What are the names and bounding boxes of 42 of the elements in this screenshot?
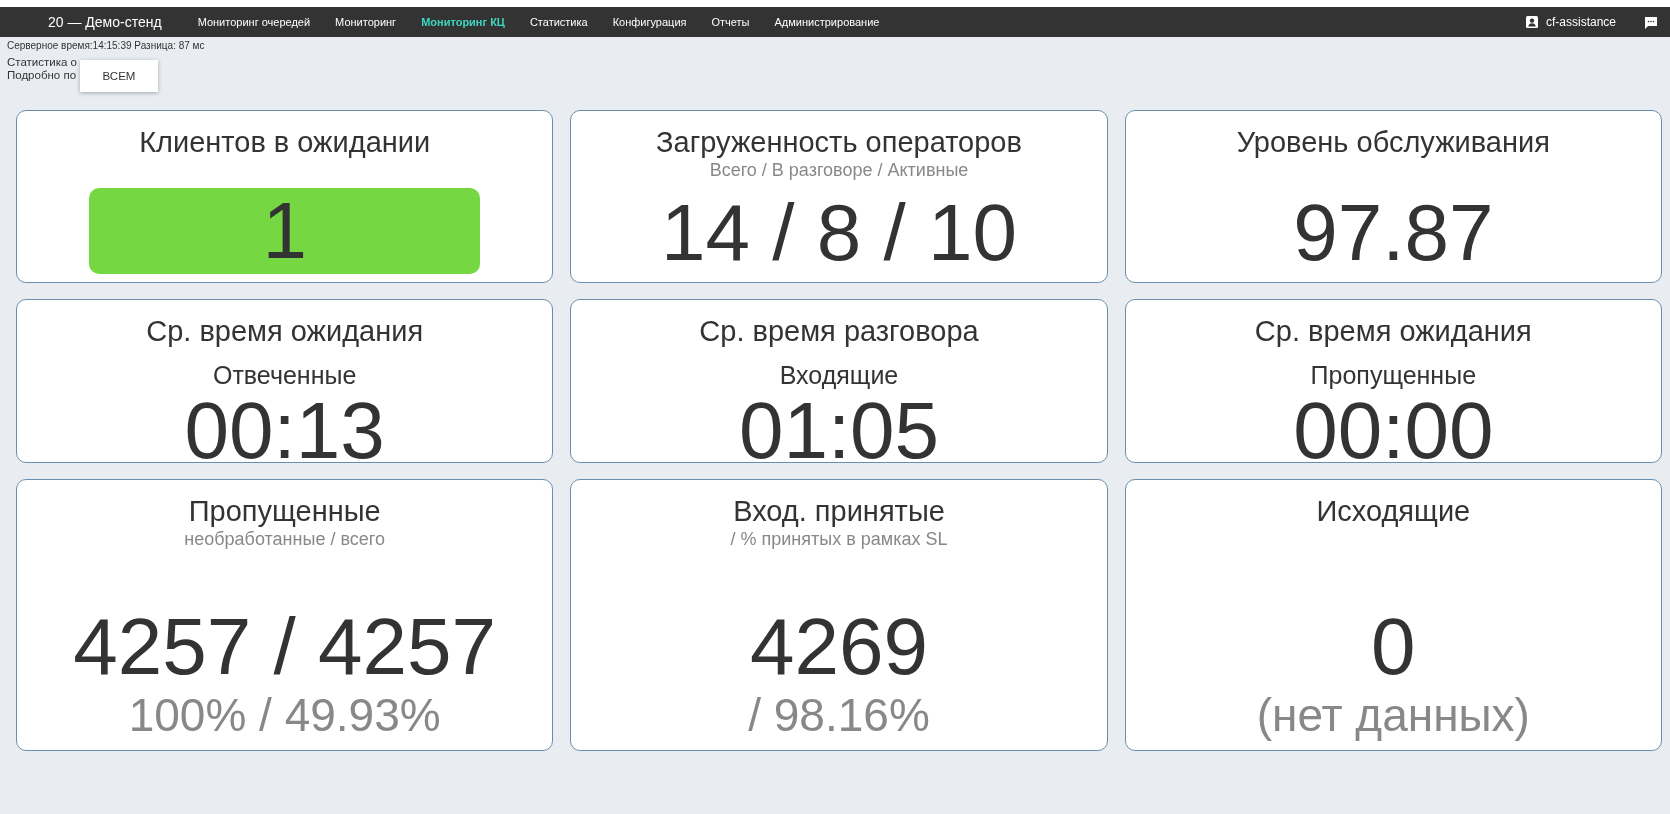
nav-tab[interactable]: Мониторинг	[335, 16, 397, 28]
metric-value: 4257 / 4257	[73, 606, 496, 688]
metric-value: 00:00	[1293, 390, 1494, 462]
info-text: Подробно по	[7, 69, 77, 81]
card-title: Ср. время ожидания	[146, 314, 424, 348]
nav-tab[interactable]: Мониторинг очередей	[197, 16, 311, 28]
card-label: Входящие	[779, 360, 899, 390]
user-icon	[1525, 16, 1538, 28]
nav-tab[interactable]: Мониторинг КЦ	[421, 16, 505, 28]
nav-tab[interactable]: Конфигурация	[612, 16, 687, 28]
metric-secondary: / 98.16%	[748, 688, 930, 742]
info-text: Статистика о	[7, 56, 77, 68]
card-label: Отвеченные	[212, 360, 357, 390]
metric-value: 00:13	[184, 390, 385, 462]
metric-secondary: 100% / 49.93%	[128, 688, 441, 742]
metric-value: 14 / 8 / 10	[661, 192, 1017, 274]
nav-tab[interactable]: Администрирование	[774, 16, 880, 28]
card-subtitle: / % принятых в рамках SL	[730, 528, 948, 550]
card-title: Пропущенные	[188, 494, 381, 528]
chat-icon[interactable]	[1644, 15, 1658, 29]
card-subtitle: необработанные / всего	[184, 528, 385, 550]
card-title: Ср. время ожидания	[1254, 314, 1532, 348]
value-badge: 1	[89, 188, 481, 274]
card-title: Исходящие	[1316, 494, 1471, 528]
popup-menu-item[interactable]: ВСЕМ	[80, 60, 158, 92]
nav-tab[interactable]: Отчеты	[711, 16, 750, 28]
metric-secondary: (нет данных)	[1256, 688, 1530, 742]
card-title: Уровень обслуживания	[1236, 125, 1550, 159]
card-label: Пропущенные	[1310, 360, 1477, 390]
card-title: Клиентов в ожидании	[139, 125, 431, 159]
card-subtitle: Всего / В разговоре / Активные	[709, 159, 969, 181]
server-time-text: Серверное время:14:15:39 Разница: 87 мс	[7, 40, 206, 51]
metric-value: 0	[1371, 606, 1416, 688]
metric-value: 4269	[750, 606, 928, 688]
user-name[interactable]: cf-assistance	[1545, 15, 1616, 29]
card-title: Вход. принятые	[733, 494, 945, 528]
card-title: Ср. время разговора	[699, 314, 979, 348]
brand-title[interactable]: 20 — Демо-стенд	[0, 14, 198, 30]
card-title: Загруженность операторов	[656, 125, 1022, 159]
metric-value: 01:05	[738, 390, 940, 462]
metric-value: 97.87	[1293, 192, 1494, 274]
nav-tab[interactable]: Статистика	[529, 16, 588, 28]
